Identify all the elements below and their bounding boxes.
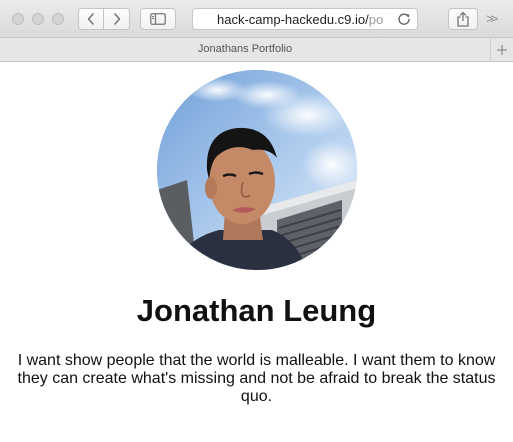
double-chevron-icon[interactable]: >> bbox=[486, 11, 498, 26]
forward-button[interactable] bbox=[103, 8, 130, 30]
close-window-button[interactable] bbox=[12, 13, 24, 25]
profile-name: Jonathan Leung bbox=[136, 293, 377, 328]
address-url: hack-camp-hackedu.c9.io/po bbox=[217, 12, 384, 27]
sidebar-icon bbox=[150, 13, 166, 25]
page-content: Jonathan Leung I want show people that t… bbox=[0, 62, 513, 442]
browser-toolbar: hack-camp-hackedu.c9.io/po >> bbox=[0, 0, 513, 38]
minimize-window-button[interactable] bbox=[32, 13, 44, 25]
browser-window: hack-camp-hackedu.c9.io/po >> Jonathans … bbox=[0, 0, 513, 442]
chevron-right-icon bbox=[113, 13, 120, 25]
tab-title[interactable]: Jonathans Portfolio bbox=[0, 43, 490, 56]
back-button[interactable] bbox=[78, 8, 104, 30]
new-tab-button[interactable] bbox=[490, 38, 513, 61]
chevron-left-icon bbox=[87, 13, 94, 25]
sidebar-toggle-button[interactable] bbox=[140, 8, 176, 30]
address-bar[interactable]: hack-camp-hackedu.c9.io/po bbox=[192, 8, 418, 30]
profile-photo bbox=[157, 70, 357, 270]
share-button[interactable] bbox=[448, 8, 478, 30]
reload-icon bbox=[398, 13, 410, 25]
plus-icon bbox=[497, 44, 507, 55]
share-icon bbox=[457, 11, 469, 27]
profile-bio: I want show people that the world is mal… bbox=[17, 352, 496, 405]
tab-bar: Jonathans Portfolio bbox=[0, 38, 513, 62]
zoom-window-button[interactable] bbox=[52, 13, 64, 25]
reload-button[interactable] bbox=[397, 12, 411, 29]
